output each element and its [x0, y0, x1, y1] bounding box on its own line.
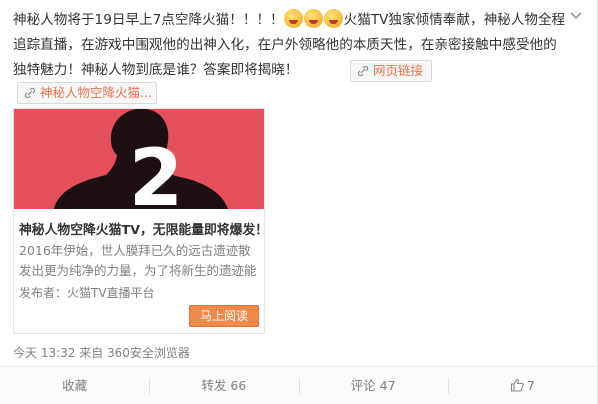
- chevron-down-icon[interactable]: [568, 8, 584, 24]
- mystery-silhouette-icon: 2: [14, 109, 264, 209]
- article-cover-image[interactable]: 2: [14, 109, 264, 209]
- post-text: 神秘人物将于19日早上7点空降火猫！！！！ 火猫TV独家倾情奉献，神秘人物全程追踪…: [13, 8, 568, 83]
- cover-number: 2: [129, 134, 183, 209]
- like-button[interactable]: 7: [447, 367, 597, 404]
- article-publisher: 发布者：火猫TV直播平台: [19, 286, 155, 300]
- link-icon: [24, 87, 36, 99]
- action-bar: 收藏 转发 66 评论 47 7: [0, 366, 597, 404]
- article-description: 2016年伊始，世人膜拜已久的远古遗迹散发出更为纯净的力量，为了将新生的遗迹能量…: [19, 243, 257, 278]
- post-meta: 今天 13:32 来自 360安全浏览器: [13, 346, 190, 360]
- article-title[interactable]: 神秘人物空降火猫TV，无限能量即将爆发！: [19, 219, 261, 238]
- post-text-part1: 神秘人物将于19日早上7点空降火猫！！！！: [13, 12, 284, 28]
- grin-emoji-icon: [303, 9, 323, 28]
- link-icon: [357, 65, 369, 77]
- like-count: 7: [526, 378, 535, 393]
- comment-button[interactable]: 评论 47: [298, 367, 448, 404]
- weibo-post-card: 神秘人物将于19日早上7点空降火猫！！！！ 火猫TV独家倾情奉献，神秘人物全程追踪…: [0, 0, 598, 404]
- thumbs-up-icon: [510, 378, 524, 392]
- grin-emoji-icon: [283, 9, 303, 28]
- topic-link-label: 神秘人物空降火猫...: [40, 85, 152, 100]
- repost-label: 转发 66: [201, 378, 247, 393]
- repost-button[interactable]: 转发 66: [149, 367, 298, 404]
- read-now-button[interactable]: 马上阅读: [189, 305, 259, 327]
- grin-emoji-icon: [323, 9, 343, 28]
- article-card[interactable]: 2 神秘人物空降火猫TV，无限能量即将爆发！ 2016年伊始，世人膜拜已久的远古…: [13, 108, 265, 334]
- web-link-label: 网页链接: [373, 63, 424, 78]
- favorite-label: 收藏: [62, 378, 88, 393]
- web-link-chip[interactable]: 网页链接: [350, 60, 433, 82]
- favorite-button[interactable]: 收藏: [0, 367, 149, 404]
- topic-link-chip[interactable]: 神秘人物空降火猫...: [17, 82, 157, 104]
- comment-label: 评论 47: [350, 378, 396, 393]
